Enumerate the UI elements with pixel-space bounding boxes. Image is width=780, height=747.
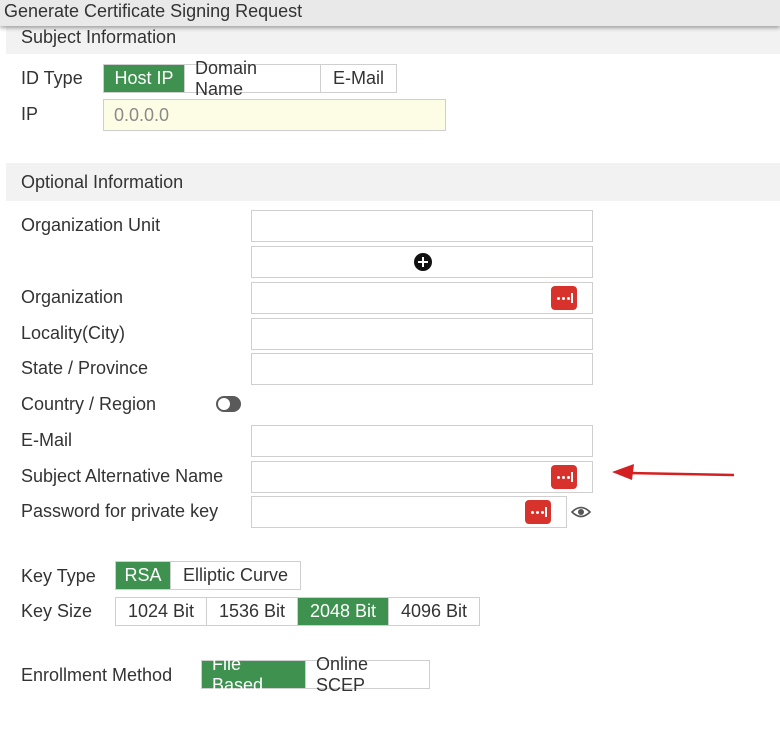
key-type-rsa[interactable]: RSA (116, 562, 171, 589)
annotation-arrow-icon (612, 464, 735, 480)
optional-information-header: Optional Information (6, 163, 780, 201)
key-type-label: Key Type (21, 566, 96, 586)
plus-circle-icon[interactable] (414, 253, 432, 271)
key-size-1536[interactable]: 1536 Bit (207, 598, 298, 625)
email-input[interactable] (251, 425, 593, 457)
id-type-email[interactable]: E-Mail (321, 65, 396, 92)
organization-label: Organization (21, 287, 124, 307)
subject-alternative-name-input[interactable] (251, 461, 593, 493)
country-region-toggle[interactable] (216, 396, 241, 412)
key-size-1024[interactable]: 1024 Bit (116, 598, 207, 625)
key-size-label: Key Size (21, 601, 93, 621)
organization-input[interactable] (251, 282, 593, 314)
organization-unit-input[interactable] (251, 210, 593, 242)
state-province-input[interactable] (251, 353, 593, 385)
id-type-domain-name[interactable]: Domain Name (185, 58, 321, 99)
san-more-dots-icon[interactable] (551, 465, 577, 489)
subject-alternative-name-label: Subject Alternative Name (21, 466, 224, 486)
dialog-title-bar: Generate Certificate Signing Request (0, 0, 780, 26)
organization-unit-label: Organization Unit (21, 215, 161, 235)
add-organization-unit-row[interactable] (251, 246, 593, 278)
dialog-title: Generate Certificate Signing Request (4, 1, 303, 21)
state-province-label: State / Province (21, 358, 149, 378)
password-more-dots-icon[interactable] (525, 500, 551, 524)
locality-input[interactable] (251, 318, 593, 350)
id-type-host-ip[interactable]: Host IP (104, 65, 185, 92)
organization-more-dots-icon[interactable] (551, 286, 577, 310)
enrollment-file-based[interactable]: File Based (202, 654, 306, 695)
key-size-4096[interactable]: 4096 Bit (389, 598, 479, 625)
id-type-label: ID Type (21, 68, 83, 88)
ip-label: IP (21, 104, 39, 124)
password-label: Password for private key (21, 501, 219, 521)
email-label: E-Mail (21, 430, 73, 450)
enrollment-method-selector: File Based Online SCEP (201, 654, 430, 695)
key-type-selector: RSA Elliptic Curve (115, 561, 301, 590)
enrollment-method-label: Enrollment Method (21, 665, 173, 685)
ip-input[interactable] (103, 99, 446, 131)
locality-label: Locality(City) (21, 323, 126, 343)
eye-icon[interactable] (571, 505, 591, 519)
id-type-selector: Host IP Domain Name E-Mail (103, 58, 397, 99)
subject-information-title: Subject Information (21, 27, 177, 47)
subject-information-header: Subject Information (6, 24, 780, 54)
enrollment-online-scep[interactable]: Online SCEP (306, 654, 429, 695)
password-input[interactable] (251, 496, 567, 528)
country-region-label: Country / Region (21, 394, 157, 414)
optional-information-title: Optional Information (21, 172, 184, 192)
key-type-elliptic-curve[interactable]: Elliptic Curve (171, 562, 300, 589)
key-size-selector: 1024 Bit 1536 Bit 2048 Bit 4096 Bit (115, 597, 480, 626)
key-size-2048[interactable]: 2048 Bit (298, 598, 389, 625)
